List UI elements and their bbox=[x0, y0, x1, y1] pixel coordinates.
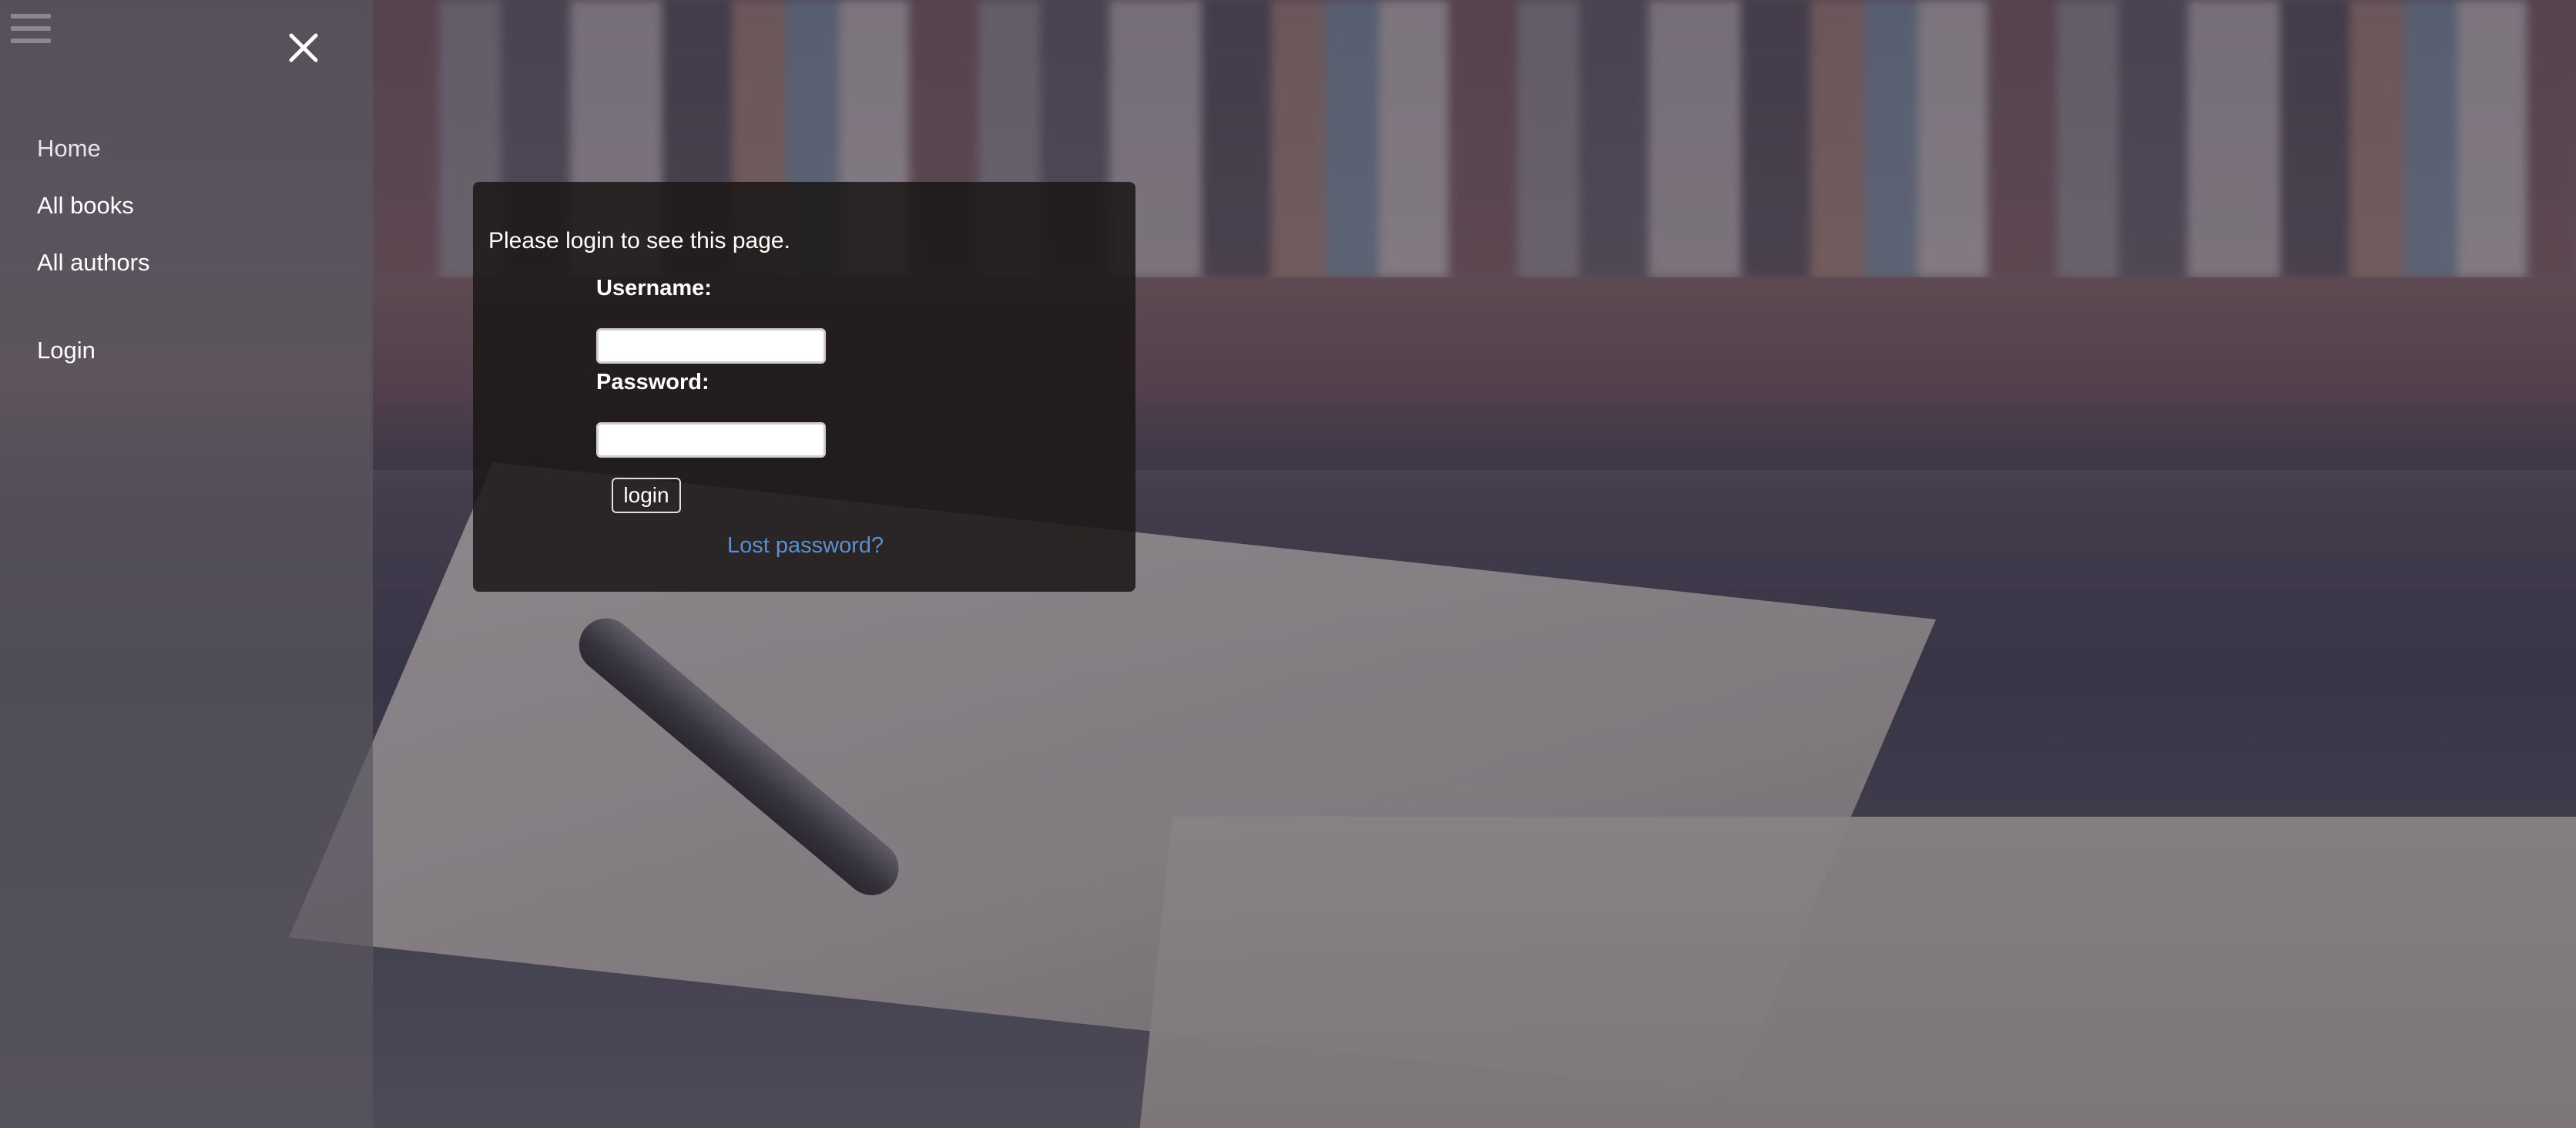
login-message: Please login to see this page. bbox=[488, 228, 790, 253]
sidebar-spacer bbox=[37, 300, 149, 331]
login-button[interactable]: login bbox=[612, 478, 681, 513]
sidebar-item-login[interactable]: Login bbox=[37, 331, 149, 388]
sidebar-item-all-authors[interactable]: All authors bbox=[37, 243, 149, 300]
password-input[interactable] bbox=[596, 422, 826, 458]
username-label: Username: bbox=[596, 276, 712, 300]
hamburger-icon[interactable] bbox=[11, 14, 51, 48]
sidebar: Home All books All authors Login bbox=[0, 0, 373, 1128]
lost-password-link[interactable]: Lost password? bbox=[727, 533, 884, 559]
password-label: Password: bbox=[596, 370, 709, 394]
close-icon[interactable] bbox=[287, 31, 320, 65]
sidebar-item-all-books[interactable]: All books bbox=[37, 186, 149, 243]
sidebar-nav: Home All books All authors Login bbox=[37, 129, 149, 388]
username-input[interactable] bbox=[596, 328, 826, 364]
sidebar-item-home[interactable]: Home bbox=[37, 129, 149, 186]
login-panel: Please login to see this page. Username:… bbox=[473, 182, 1135, 592]
background-overlay bbox=[0, 0, 2576, 1128]
